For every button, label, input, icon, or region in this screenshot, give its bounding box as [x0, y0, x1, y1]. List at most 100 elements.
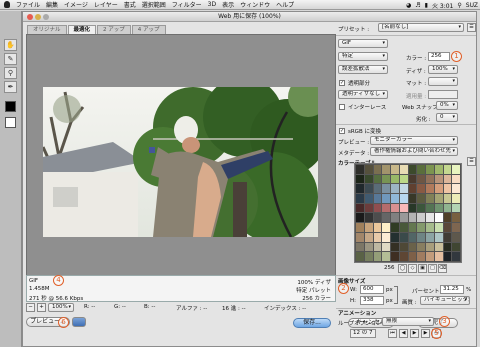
zoom-out-icon[interactable]: −: [26, 303, 35, 312]
color-swatch[interactable]: [382, 203, 390, 213]
color-swatch[interactable]: [382, 213, 390, 223]
color-swatch[interactable]: [391, 242, 399, 252]
color-swatch[interactable]: [434, 165, 443, 174]
menu-layer[interactable]: レイヤー: [94, 0, 118, 9]
menu-user[interactable]: SUZ: [466, 2, 478, 9]
volume-icon[interactable]: ♬: [415, 2, 420, 9]
websnap-field[interactable]: 0%: [436, 101, 458, 110]
menu-clock[interactable]: 火 3:01: [432, 1, 453, 10]
color-swatch[interactable]: [364, 232, 373, 242]
color-swatch[interactable]: [382, 242, 390, 252]
tab-optimized[interactable]: 最適化: [67, 25, 97, 34]
color-swatch[interactable]: [356, 194, 364, 203]
color-swatch[interactable]: [382, 223, 390, 232]
color-swatch[interactable]: [399, 165, 408, 174]
color-swatch[interactable]: [408, 194, 417, 203]
color-swatch[interactable]: [356, 184, 364, 194]
color-swatch[interactable]: [391, 213, 399, 223]
color-swatch[interactable]: [399, 174, 408, 184]
color-swatch[interactable]: [364, 242, 373, 252]
color-swatch[interactable]: [452, 165, 460, 174]
lossy-field[interactable]: 0: [436, 113, 458, 122]
color-swatch[interactable]: [434, 184, 443, 194]
color-swatch[interactable]: [391, 184, 399, 194]
color-swatch[interactable]: [434, 223, 443, 232]
transparency-checkbox[interactable]: ✓: [339, 80, 345, 86]
color-swatch[interactable]: [356, 223, 364, 232]
color-swatch[interactable]: [373, 203, 382, 213]
color-swatch[interactable]: [373, 165, 382, 174]
color-table[interactable]: [354, 163, 462, 263]
color-swatch[interactable]: [356, 252, 364, 261]
color-swatch[interactable]: [391, 223, 399, 232]
format-select[interactable]: GIF: [338, 39, 388, 48]
color-swatch[interactable]: [426, 174, 434, 184]
dither-algorithm-select[interactable]: 誤差拡散法: [338, 65, 388, 74]
color-swatch[interactable]: [408, 184, 417, 194]
color-swatch[interactable]: [399, 252, 408, 261]
color-swatch[interactable]: [426, 232, 434, 242]
color-swatch[interactable]: [417, 223, 425, 232]
menu-3d[interactable]: 3D: [208, 1, 216, 8]
play-icon[interactable]: ▶: [410, 329, 419, 338]
color-swatch[interactable]: [373, 184, 382, 194]
wifi-icon[interactable]: ◕: [406, 2, 411, 9]
color-swatch[interactable]: [452, 213, 460, 223]
color-swatch[interactable]: [434, 252, 443, 261]
hand-tool-icon[interactable]: ✋: [4, 39, 17, 51]
color-swatch[interactable]: [434, 242, 443, 252]
matte-select[interactable]: [428, 77, 458, 86]
color-swatch[interactable]: [391, 165, 399, 174]
new-color-icon[interactable]: □: [428, 264, 437, 273]
color-table-menu-icon[interactable]: ☰: [467, 157, 476, 166]
color-swatch[interactable]: [408, 203, 417, 213]
color-swatch[interactable]: [417, 174, 425, 184]
preview-area[interactable]: [26, 34, 336, 302]
eyedropper-color-swatch[interactable]: [5, 101, 16, 112]
web-shift-icon[interactable]: ◇: [408, 264, 417, 273]
color-swatch[interactable]: [452, 252, 460, 261]
close-icon[interactable]: [27, 14, 33, 20]
height-field[interactable]: 338: [360, 296, 384, 305]
color-swatch[interactable]: [417, 194, 425, 203]
color-swatch[interactable]: [426, 223, 434, 232]
color-swatch[interactable]: [426, 184, 434, 194]
zoom-tool-icon[interactable]: ⚲: [4, 67, 17, 79]
delete-color-icon[interactable]: ⌫: [438, 264, 447, 273]
srgb-checkbox[interactable]: ✓: [339, 128, 345, 134]
color-swatch[interactable]: [417, 165, 425, 174]
color-swatch[interactable]: [408, 252, 417, 261]
width-field[interactable]: 600: [360, 285, 384, 294]
minimize-icon[interactable]: [35, 14, 41, 20]
color-swatch[interactable]: [399, 232, 408, 242]
color-swatch[interactable]: [417, 184, 425, 194]
color-swatch[interactable]: [443, 184, 452, 194]
color-swatch[interactable]: [373, 242, 382, 252]
color-swatch[interactable]: [356, 203, 364, 213]
browser-select-icon[interactable]: [72, 317, 86, 327]
slice-tool-icon[interactable]: ✎: [4, 53, 17, 65]
previous-frame-icon[interactable]: ◀: [399, 329, 408, 338]
color-swatch[interactable]: [391, 252, 399, 261]
tab-original[interactable]: オリジナル: [27, 25, 67, 34]
color-swatch[interactable]: [408, 223, 417, 232]
apple-icon[interactable]: [4, 1, 10, 8]
color-swatch[interactable]: [417, 232, 425, 242]
color-swatch[interactable]: [452, 203, 460, 213]
color-swatch[interactable]: [426, 203, 434, 213]
color-swatch[interactable]: [443, 213, 452, 223]
color-swatch[interactable]: [391, 194, 399, 203]
color-swatch[interactable]: [373, 174, 382, 184]
color-swatch[interactable]: [434, 213, 443, 223]
color-swatch[interactable]: [364, 213, 373, 223]
color-swatch[interactable]: [443, 203, 452, 213]
transparency-dither-select[interactable]: 透明ディザなし: [338, 90, 388, 99]
color-swatch[interactable]: [391, 203, 399, 213]
color-swatch[interactable]: [434, 232, 443, 242]
map-transparent-icon[interactable]: ◯: [398, 264, 407, 273]
color-swatch[interactable]: [443, 223, 452, 232]
tab-4up[interactable]: 4 アップ: [131, 25, 166, 34]
color-swatch[interactable]: [399, 203, 408, 213]
color-swatch[interactable]: [417, 242, 425, 252]
color-swatch[interactable]: [391, 232, 399, 242]
